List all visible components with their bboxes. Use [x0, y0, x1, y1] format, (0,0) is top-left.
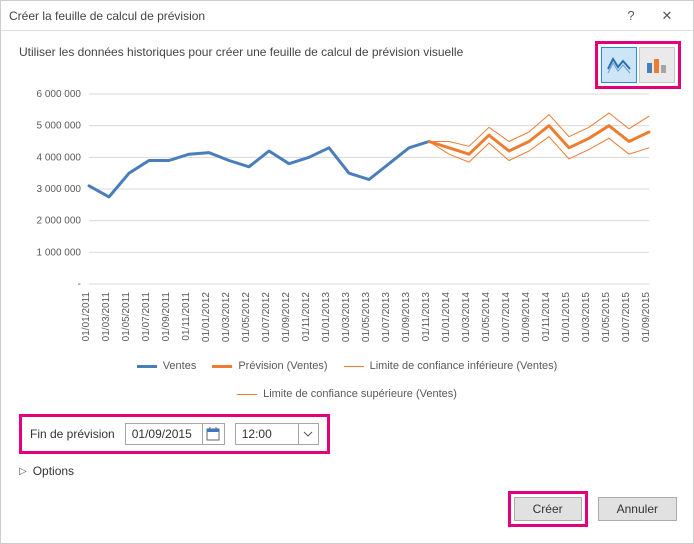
line-chart-toggle[interactable]: [601, 47, 637, 83]
legend-label: Prévision (Ventes): [238, 360, 327, 372]
svg-text:01/07/2013: 01/07/2013: [381, 292, 392, 342]
svg-text:01/11/2012: 01/11/2012: [301, 292, 312, 342]
svg-text:4 000 000: 4 000 000: [37, 152, 82, 163]
titlebar: Créer la feuille de calcul de prévision …: [1, 1, 693, 31]
svg-text:01/01/2015: 01/01/2015: [561, 292, 572, 342]
help-button[interactable]: ?: [613, 1, 649, 31]
forecast-end-label: Fin de prévision: [30, 427, 115, 441]
chart-type-toggle-highlight: [595, 41, 681, 89]
line-chart-icon: [607, 55, 631, 75]
svg-text:5 000 000: 5 000 000: [37, 121, 82, 132]
svg-text:01/09/2014: 01/09/2014: [521, 292, 532, 342]
legend-label: Limite de confiance supérieure (Ventes): [263, 388, 457, 400]
legend-item: Prévision (Ventes): [212, 360, 327, 372]
svg-text:01/03/2011: 01/03/2011: [101, 292, 112, 342]
chart-legend: Ventes Prévision (Ventes) Limite de confia…: [19, 360, 675, 400]
dialog-footer: Créer Annuler: [508, 491, 677, 527]
svg-text:01/09/2011: 01/09/2011: [161, 292, 172, 342]
options-expander[interactable]: ▷ Options: [19, 464, 675, 478]
svg-text:01/09/2013: 01/09/2013: [401, 292, 412, 342]
chart-canvas: - 1 000 000 2 000 000 3 000 000 4 000 000 5 0…: [19, 89, 659, 354]
svg-text:01/05/2014: 01/05/2014: [481, 292, 492, 342]
forecast-end-date-input[interactable]: [126, 424, 202, 444]
svg-text:01/09/2015: 01/09/2015: [641, 292, 652, 342]
legend-item: Limite de confiance inférieure (Ventes): [344, 360, 558, 372]
bar-chart-toggle[interactable]: [639, 47, 675, 83]
svg-text:01/09/2012: 01/09/2012: [281, 292, 292, 342]
legend-swatch: [212, 365, 232, 368]
create-button-highlight: Créer: [508, 491, 588, 527]
close-button[interactable]: ✕: [649, 1, 685, 31]
svg-text:01/01/2013: 01/01/2013: [321, 292, 332, 342]
svg-text:01/07/2014: 01/07/2014: [501, 292, 512, 342]
expand-icon: ▷: [19, 466, 27, 477]
svg-text:01/07/2012: 01/07/2012: [261, 292, 272, 342]
svg-text:01/05/2012: 01/05/2012: [241, 292, 252, 342]
svg-text:01/01/2011: 01/01/2011: [81, 292, 92, 342]
svg-text:01/03/2014: 01/03/2014: [461, 292, 472, 342]
svg-text:01/05/2013: 01/05/2013: [361, 292, 372, 342]
calendar-icon[interactable]: [202, 424, 224, 444]
svg-text:01/11/2011: 01/11/2011: [181, 292, 192, 341]
legend-item: Limite de confiance supérieure (Ventes): [237, 388, 457, 400]
window-title: Créer la feuille de calcul de prévision: [9, 9, 613, 23]
svg-text:1 000 000: 1 000 000: [37, 247, 82, 258]
svg-text:3 000 000: 3 000 000: [37, 184, 82, 195]
create-button[interactable]: Créer: [514, 497, 582, 521]
legend-swatch: [344, 366, 364, 367]
options-label: Options: [33, 464, 74, 478]
legend-label: Ventes: [163, 360, 197, 372]
svg-text:2 000 000: 2 000 000: [37, 216, 82, 227]
chevron-down-icon[interactable]: [298, 424, 318, 444]
forecast-end-time-input[interactable]: [236, 424, 298, 444]
dialog-subtitle: Utiliser les données historiques pour cr…: [19, 45, 675, 59]
svg-text:01/05/2011: 01/05/2011: [121, 292, 132, 342]
svg-text:01/07/2015: 01/07/2015: [621, 292, 632, 342]
legend-swatch: [237, 394, 257, 395]
forecast-end-date-field[interactable]: [125, 423, 225, 445]
svg-text:6 000 000: 6 000 000: [37, 89, 82, 100]
svg-text:01/07/2011: 01/07/2011: [141, 292, 152, 342]
forecast-chart: - 1 000 000 2 000 000 3 000 000 4 000 000 5 0…: [19, 89, 675, 400]
svg-text:01/11/2013: 01/11/2013: [421, 292, 432, 342]
cancel-button[interactable]: Annuler: [598, 497, 677, 521]
svg-text:01/01/2014: 01/01/2014: [441, 292, 452, 342]
forecast-end-controls-highlight: Fin de prévision: [19, 414, 330, 454]
bar-chart-icon: [645, 55, 669, 75]
svg-text:01/05/2015: 01/05/2015: [601, 292, 612, 342]
svg-text:01/03/2012: 01/03/2012: [221, 292, 232, 342]
legend-label: Limite de confiance inférieure (Ventes): [370, 360, 558, 372]
svg-text:-: -: [78, 279, 81, 290]
svg-text:01/03/2013: 01/03/2013: [341, 292, 352, 342]
svg-text:01/03/2015: 01/03/2015: [581, 292, 592, 342]
svg-text:01/01/2012: 01/01/2012: [201, 292, 212, 342]
legend-item: Ventes: [137, 360, 197, 372]
svg-text:01/11/2014: 01/11/2014: [541, 292, 552, 342]
forecast-end-time-field[interactable]: [235, 423, 319, 445]
legend-swatch: [137, 365, 157, 368]
